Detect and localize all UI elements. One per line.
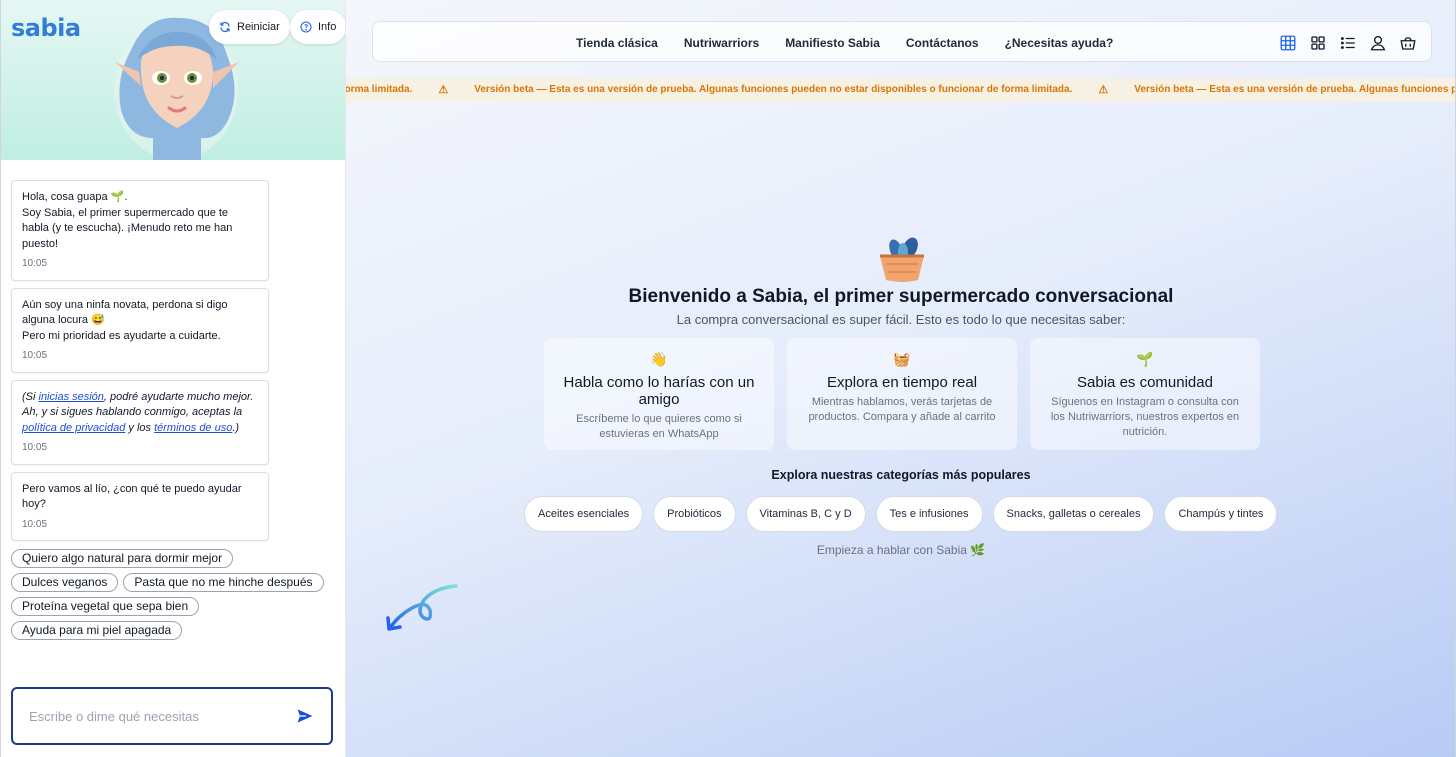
top-navbar: Tienda clásica Nutriwarriors Manifiesto … <box>372 21 1432 62</box>
restart-label: Reiniciar <box>237 21 280 33</box>
legal-text-part: (Si <box>22 390 39 403</box>
message-time: 10:05 <box>22 258 48 269</box>
welcome-title: Bienvenido a Sabia, el primer supermerca… <box>628 286 1174 307</box>
legal-text: (Si inicias sesión, podré ayudarte mucho… <box>22 390 258 437</box>
banner-text: Versión beta — Esta es una versión de pr… <box>474 84 1073 95</box>
nav-link-contactanos[interactable]: Contáctanos <box>906 36 979 50</box>
message-text: Aún soy una ninfa novata, perdona si dig… <box>22 298 228 327</box>
info-label: Info <box>318 21 337 33</box>
card-title: Sabia es comunidad <box>1077 374 1213 391</box>
suggestion-chip[interactable]: Proteína vegetal que sepa bien <box>11 597 200 616</box>
assistant-header: sabia Reiniciar Info <box>1 0 345 160</box>
category-list: Aceites esenciales Probióticos Vitaminas… <box>524 496 1278 532</box>
grid-view-icon[interactable] <box>1279 34 1297 52</box>
legal-message: (Si inicias sesión, podré ayudarte mucho… <box>11 379 269 465</box>
nav-link-manifiesto[interactable]: Manifiesto Sabia <box>785 36 880 50</box>
suggestion-chip[interactable]: Quiero algo natural para dormir mejor <box>11 549 234 568</box>
beta-banner: cionar de forma limitada. ⚠ Versión beta… <box>346 78 1455 102</box>
assistant-message: Hola, cosa guapa 🌱. Soy Sabia, el primer… <box>11 180 269 281</box>
legal-text-part: .) <box>232 421 240 434</box>
feature-card: 🌱 Sabia es comunidad Síguenos en Instagr… <box>1030 338 1260 450</box>
seedling-icon: 🌱 <box>1136 351 1154 367</box>
banner-text: cionar de forma limitada. <box>346 84 413 95</box>
message-time: 10:05 <box>22 518 48 530</box>
message-text: Soy Sabia, el primer supermercado que te… <box>22 206 233 250</box>
refresh-icon <box>220 22 230 32</box>
info-button[interactable]: Info <box>290 10 345 44</box>
legal-text-part: y los <box>125 421 155 434</box>
chat-input-box <box>11 687 333 745</box>
sabia-logo[interactable]: sabia <box>11 14 81 42</box>
basket-illustration <box>880 237 924 282</box>
nav-icons <box>1279 22 1417 63</box>
category-button[interactable]: Probióticos <box>653 496 736 532</box>
chat-panel: sabia Reiniciar Info Hola, cosa guapa 🌱.… <box>0 0 346 757</box>
message-text: Hola, cosa guapa 🌱. <box>22 191 128 203</box>
user-icon[interactable] <box>1369 34 1387 52</box>
category-button[interactable]: Snacks, galletas o cereales <box>992 496 1155 532</box>
banner-text: Versión beta — Esta es una versión de pr… <box>1134 84 1455 95</box>
suggestion-chips: Quiero algo natural para dormir mejor Du… <box>11 549 331 640</box>
card-title: Explora en tiempo real <box>826 374 978 391</box>
curved-arrow-icon <box>386 584 458 631</box>
warning-icon: ⚠ <box>1098 84 1109 96</box>
nav-link-nutriwarriors[interactable]: Nutriwarriors <box>684 36 759 50</box>
help-circle-icon <box>300 21 312 33</box>
message-text: Pero vamos al lío, ¿con qué te puedo ayu… <box>22 482 242 511</box>
welcome-subtitle: La compra conversacional es super fácil.… <box>676 312 1126 327</box>
chat-input[interactable] <box>29 708 295 724</box>
category-button[interactable]: Aceites esenciales <box>524 496 644 532</box>
nav-link-ayuda[interactable]: ¿Necesitas ayuda? <box>1005 36 1114 50</box>
suggestion-chip[interactable]: Pasta que no me hinche después <box>123 573 324 592</box>
basket-emoji-icon: 🧺 <box>893 351 911 367</box>
message-time: 10:05 <box>22 350 48 361</box>
suggestion-chip[interactable]: Dulces veganos <box>11 573 119 592</box>
card-description: Mientras hablamos, verás tarjetas de pro… <box>808 396 996 423</box>
card-description: Escríbeme lo que quieres como si estuvie… <box>576 413 742 440</box>
feature-card: 👋 Habla como lo harías con un amigo Escr… <box>544 338 774 450</box>
restart-button[interactable]: Reiniciar <box>209 10 290 44</box>
category-button[interactable]: Vitaminas B, C y D <box>745 496 866 532</box>
feature-card: 🧺 Explora en tiempo real Mientras hablam… <box>787 338 1017 450</box>
basket-icon[interactable] <box>1399 34 1417 52</box>
message-text: Pero mi prioridad es ayudarte a cuidarte… <box>22 329 221 342</box>
message-list: Hola, cosa guapa 🌱. Soy Sabia, el primer… <box>11 180 269 548</box>
waving-hand-icon: 👋 <box>650 351 668 367</box>
card-description: Síguenos en Instagram o consulta con los… <box>1050 396 1240 438</box>
start-hint: Empieza a hablar con Sabia 🌿 <box>816 543 986 557</box>
suggestion-chip[interactable]: Ayuda para mi piel apagada <box>11 621 183 640</box>
nav-link-tienda-clasica[interactable]: Tienda clásica <box>576 36 658 50</box>
tiles-view-icon[interactable] <box>1309 34 1327 52</box>
message-time: 10:05 <box>22 442 48 453</box>
categories-title: Explora nuestras categorías más populare… <box>771 468 1031 482</box>
nav-links: Tienda clásica Nutriwarriors Manifiesto … <box>576 22 1113 63</box>
assistant-message: Aún soy una ninfa novata, perdona si dig… <box>11 287 269 373</box>
login-link[interactable]: inicias sesión <box>39 391 104 403</box>
feature-cards: 👋 Habla como lo harías con un amigo Escr… <box>544 338 1260 450</box>
category-button[interactable]: Champús y tintes <box>1164 496 1278 532</box>
terms-of-use-link[interactable]: términos de uso <box>154 422 232 434</box>
warning-icon: ⚠ <box>438 84 449 96</box>
send-icon[interactable] <box>295 706 315 726</box>
assistant-message: Pero vamos al lío, ¿con qué te puedo ayu… <box>11 471 269 541</box>
category-button[interactable]: Tes e infusiones <box>875 496 983 532</box>
card-title: Habla como lo harías con un amigo <box>563 374 755 408</box>
list-view-icon[interactable] <box>1339 34 1357 52</box>
main-content: Tienda clásica Nutriwarriors Manifiesto … <box>346 0 1456 757</box>
privacy-policy-link[interactable]: política de privacidad <box>22 422 125 434</box>
